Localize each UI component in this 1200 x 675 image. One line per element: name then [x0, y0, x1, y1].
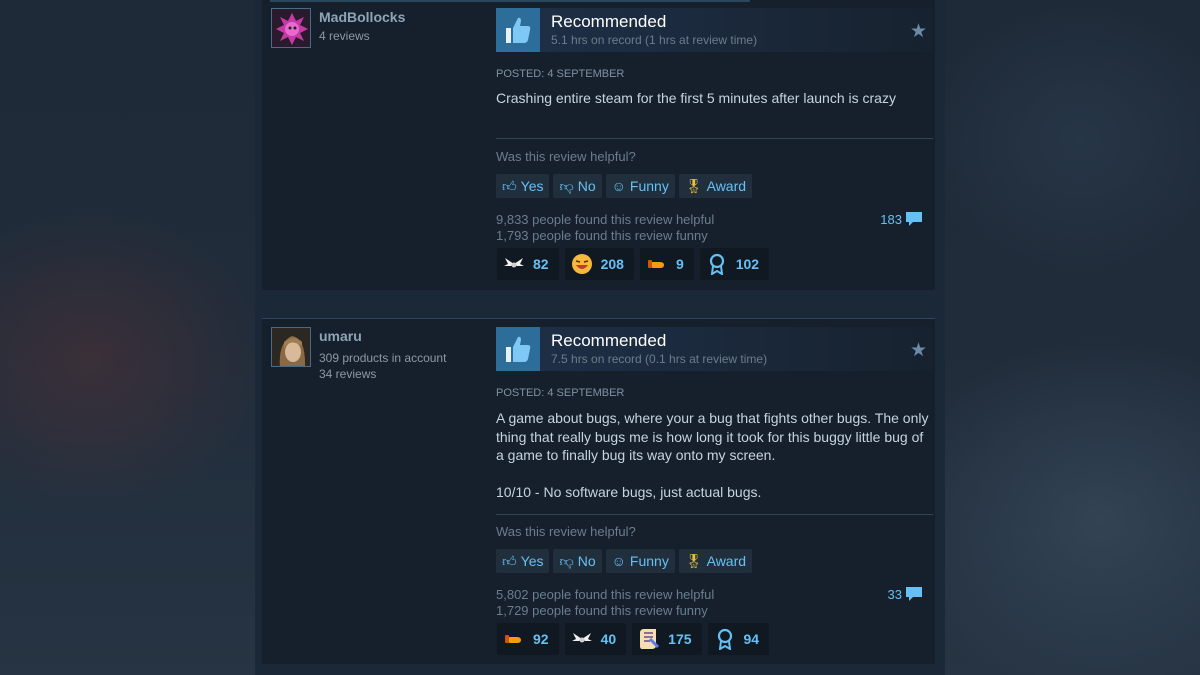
- divider: [270, 0, 750, 2]
- award-badge[interactable]: 208: [564, 248, 634, 280]
- recommendation-label: Recommended: [551, 331, 667, 350]
- award-badge[interactable]: 82: [497, 248, 559, 280]
- ribbon-icon: [706, 253, 728, 275]
- no-label: No: [577, 553, 596, 569]
- no-button[interactable]: 👎︎ No: [553, 174, 602, 198]
- thumbs-up-icon: 👍︎: [502, 177, 517, 194]
- yes-button[interactable]: 👍︎ Yes: [496, 174, 550, 198]
- laughing-face-icon: [571, 253, 593, 275]
- username[interactable]: MadBollocks: [319, 9, 405, 25]
- review-text: A game about bugs, where your a bug that…: [496, 410, 929, 500]
- award-count: 40: [600, 631, 617, 647]
- username[interactable]: umaru: [319, 328, 362, 344]
- pointing-hand-icon: [646, 253, 668, 275]
- award-badge[interactable]: 102: [699, 248, 770, 280]
- recommendation-label: Recommended: [551, 12, 667, 31]
- thumbs-up-icon: [496, 8, 540, 52]
- review-stats: 9,833 people found this review helpful 1…: [496, 212, 714, 243]
- user-review-count[interactable]: 4 reviews: [319, 29, 370, 43]
- star-icon[interactable]: ★: [910, 339, 927, 362]
- award-badge[interactable]: 92: [497, 623, 559, 655]
- review-stats: 5,802 people found this review helpful 1…: [496, 587, 714, 618]
- no-label: No: [577, 178, 596, 194]
- comments-link[interactable]: 183: [880, 211, 923, 227]
- speech-bubble-icon: [906, 212, 922, 226]
- smiley-icon: ☺: [611, 178, 626, 194]
- wings-icon: [503, 253, 525, 275]
- ribbon-icon: [714, 628, 736, 650]
- thumbs-down-icon: 👎︎: [559, 177, 574, 194]
- comment-count: 33: [887, 586, 902, 602]
- hours-on-record: 7.5 hrs on record (0.1 hrs at review tim…: [551, 352, 768, 366]
- thumbs-up-icon: 👍︎: [502, 552, 517, 569]
- awards-row: 82 208 9 102: [497, 248, 770, 280]
- funny-label: Funny: [629, 553, 669, 569]
- helpful-question: Was this review helpful?: [496, 149, 636, 164]
- award-count: 92: [533, 631, 549, 647]
- hours-on-record: 5.1 hrs on record (1 hrs at review time): [551, 33, 758, 47]
- award-badge[interactable]: 40: [564, 623, 627, 655]
- award-icon: 🎖︎: [684, 177, 703, 194]
- award-count: 208: [600, 256, 624, 272]
- award-label: Award: [706, 553, 747, 569]
- award-badge[interactable]: 94: [707, 623, 770, 655]
- avatar[interactable]: [271, 327, 311, 367]
- funny-label: Funny: [629, 178, 669, 194]
- thumbs-down-icon: 👎︎: [559, 552, 574, 569]
- award-count: 82: [533, 256, 549, 272]
- yes-button[interactable]: 👍︎ Yes: [496, 549, 550, 573]
- vote-buttons: 👍︎ Yes 👎︎ No ☺ Funny 🎖︎ Award: [496, 549, 753, 573]
- award-badge[interactable]: 175: [632, 623, 702, 655]
- award-count: 9: [675, 256, 684, 272]
- comment-count: 183: [880, 211, 902, 227]
- smiley-icon: ☺: [611, 553, 626, 569]
- awards-row: 92 40 175 94: [497, 623, 770, 655]
- funny-button[interactable]: ☺ Funny: [605, 549, 675, 573]
- thumbs-up-icon: [496, 327, 540, 371]
- review-card: umaru 309 products in account 34 reviews…: [262, 318, 935, 664]
- avatar[interactable]: [271, 8, 311, 48]
- star-icon[interactable]: ★: [910, 20, 927, 43]
- vote-buttons: 👍︎ Yes 👎︎ No ☺ Funny 🎖︎ Award: [496, 174, 753, 198]
- funny-button[interactable]: ☺ Funny: [605, 174, 675, 198]
- no-button[interactable]: 👎︎ No: [553, 549, 602, 573]
- award-label: Award: [706, 178, 747, 194]
- review-card: MadBollocks 4 reviews Recommended 5.1 hr…: [262, 0, 935, 290]
- review-text: Crashing entire steam for the first 5 mi…: [496, 90, 896, 106]
- wings-icon: [571, 628, 593, 650]
- scroll-icon: [638, 628, 660, 650]
- divider: [496, 514, 933, 515]
- award-button[interactable]: 🎖︎ Award: [678, 549, 753, 573]
- divider: [496, 138, 933, 139]
- posted-date: Posted: 4 September: [496, 68, 625, 80]
- pointing-hand-icon: [503, 628, 525, 650]
- recommendation-header[interactable]: Recommended 7.5 hrs on record (0.1 hrs a…: [496, 327, 933, 371]
- posted-date: Posted: 4 September: [496, 387, 625, 399]
- award-count: 175: [668, 631, 692, 647]
- user-products-count[interactable]: 309 products in account: [319, 351, 446, 365]
- helpful-question: Was this review helpful?: [496, 524, 636, 539]
- award-count: 94: [743, 631, 760, 647]
- user-review-count[interactable]: 34 reviews: [319, 367, 376, 381]
- award-icon: 🎖︎: [684, 552, 703, 569]
- award-badge[interactable]: 9: [639, 248, 694, 280]
- recommendation-header[interactable]: Recommended 5.1 hrs on record (1 hrs at …: [496, 8, 933, 52]
- comments-link[interactable]: 33: [888, 586, 923, 602]
- yes-label: Yes: [520, 178, 544, 194]
- helpful-count: 9,833 people found this review helpful: [496, 212, 715, 227]
- award-count: 102: [735, 256, 760, 272]
- speech-bubble-icon: [906, 587, 922, 601]
- helpful-count: 5,802 people found this review helpful: [496, 587, 715, 602]
- funny-count: 1,729 people found this review funny: [496, 602, 708, 618]
- funny-count: 1,793 people found this review funny: [496, 227, 708, 243]
- award-button[interactable]: 🎖︎ Award: [678, 174, 753, 198]
- yes-label: Yes: [520, 553, 544, 569]
